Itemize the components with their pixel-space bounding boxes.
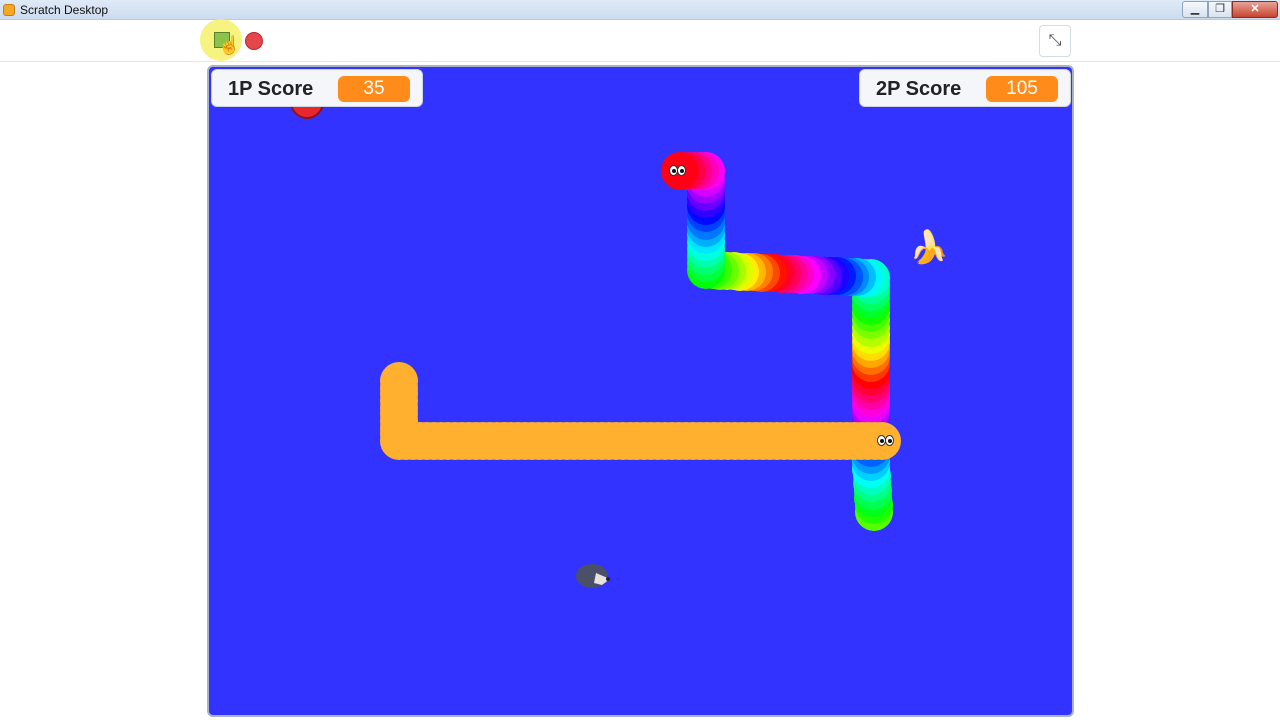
banana-sprite: 🍌 <box>909 229 949 265</box>
game-stage[interactable]: 1P Score 35 2P Score 105 🍌 <box>207 65 1074 717</box>
player2-score-value: 105 <box>986 76 1058 102</box>
minimize-button[interactable]: ▁ <box>1182 1 1208 18</box>
close-button[interactable]: ✕ <box>1232 1 1278 18</box>
player2-score-monitor: 2P Score 105 <box>859 69 1071 107</box>
hand-cursor-icon: ☝ <box>218 35 241 55</box>
restore-button[interactable]: ❐ <box>1208 1 1232 18</box>
snake-right-eye <box>677 165 686 176</box>
player2-score-label: 2P Score <box>876 78 962 100</box>
scratch-app-icon <box>3 4 15 16</box>
player1-score-monitor: 1P Score 35 <box>211 69 423 107</box>
stop-icon[interactable] <box>245 32 263 50</box>
stage-toolbar <box>0 20 1280 62</box>
player1-score-value: 35 <box>338 76 410 102</box>
window-title: Scratch Desktop <box>20 3 109 17</box>
window-titlebar: Scratch Desktop ▁ ❐ ✕ <box>0 0 1280 20</box>
exit-fullscreen-button[interactable]: ⤡ <box>1039 25 1071 57</box>
hedgehog-sprite <box>576 564 610 588</box>
snake-right-eye <box>885 435 894 446</box>
player1-score-label: 1P Score <box>228 78 314 100</box>
